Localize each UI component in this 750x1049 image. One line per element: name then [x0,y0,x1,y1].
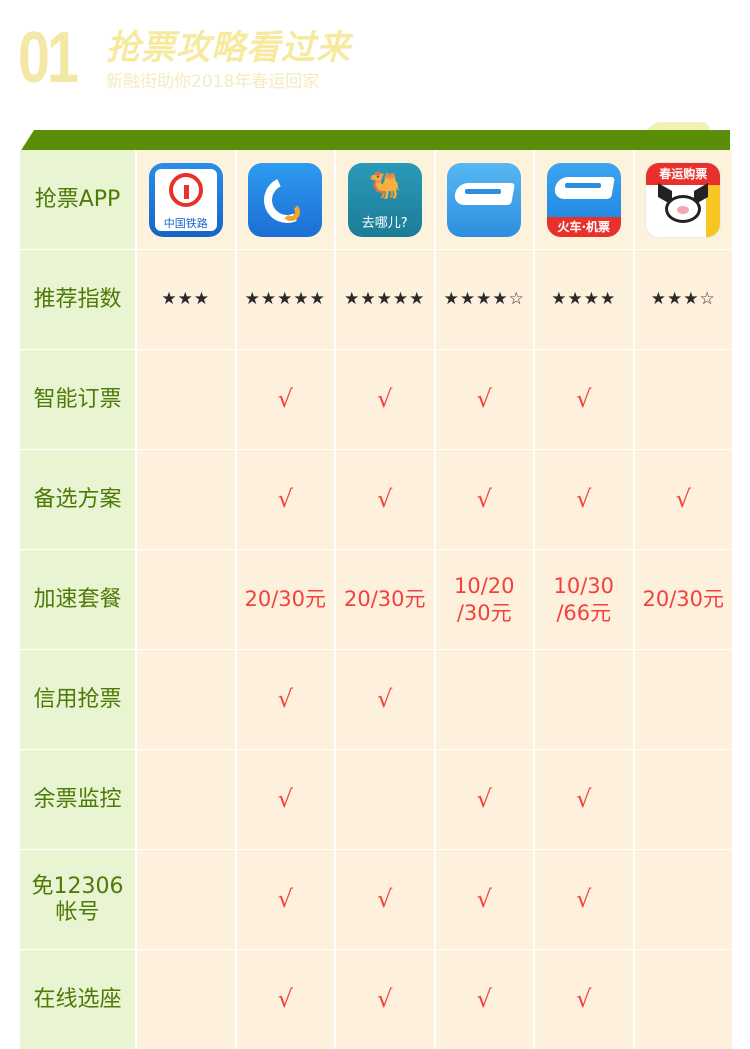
app-icon-label: 春运购票 [646,162,721,185]
feature-check: √ [535,450,633,549]
app-icon-label: 中国铁路 [163,216,208,230]
rating-stars: ★★★★☆ [435,250,533,349]
feature-check: √ [336,950,434,1049]
rating-stars: ★★★ [137,250,235,349]
feature-check [535,650,633,749]
page-subtitle: 新融街助你2018年春运回家 [106,72,320,92]
feature-check [137,450,235,549]
row-label-alternatives: 备选方案 [20,450,135,549]
rating-stars: ★★★☆ [634,250,732,349]
feature-check: √ [336,650,434,749]
app-cell: 中国铁路 [137,150,235,249]
row-label-ticket-monitor: 余票监控 [20,750,135,849]
feature-check [137,950,235,1049]
speed-package-price: 20/30元 [336,550,434,649]
feature-check: √ [435,850,533,949]
page-header: 01 抢票攻略看过来 新融街助你2018年春运回家 [0,0,750,150]
app-cell: 火车·机票 [535,150,633,249]
feature-check: √ [236,750,334,849]
feature-check: √ [435,450,533,549]
app-cell [435,150,533,249]
feature-check [634,950,732,1049]
qunar-camel-icon[interactable]: 🐫 去哪儿? [347,162,422,237]
app-cell [236,150,334,249]
feature-check: √ [634,450,732,549]
speed-package-price: 10/20 /30元 [435,550,533,649]
section-number: 01 [18,18,79,98]
feature-check [137,650,235,749]
feature-check: √ [236,450,334,549]
feature-check [634,650,732,749]
rating-stars: ★★★★★ [236,250,334,349]
speed-package-price: 10/30 /66元 [535,550,633,649]
row-label-no-12306-account: 免12306 帐号 [20,850,135,949]
row-label-app: 抢票APP [20,150,135,249]
feature-check: √ [236,350,334,449]
feature-check: √ [535,750,633,849]
feature-check: √ [236,850,334,949]
feature-check [634,850,732,949]
feature-check: √ [336,350,434,449]
feature-check [336,750,434,849]
app-icon-label: 去哪儿? [361,215,408,231]
app-cell: 🐫 去哪儿? [336,150,434,249]
feature-check: √ [535,850,633,949]
feature-check: √ [435,350,533,449]
feature-check: √ [236,950,334,1049]
feature-check: √ [236,650,334,749]
speed-package-price: 20/30元 [236,550,334,649]
row-label-online-seat: 在线选座 [20,950,135,1049]
row-label-credit-grab: 信用抢票 [20,650,135,749]
rating-stars: ★★★★ [535,250,633,349]
feature-check [435,650,533,749]
feature-check [137,750,235,849]
row-label-smart-booking: 智能订票 [20,350,135,449]
row-label-rating: 推荐指数 [20,250,135,349]
zhixing-train-icon[interactable] [447,162,522,237]
speed-package-price [137,550,235,649]
app-icon-label: 火车·机票 [546,216,621,237]
row-label-speed-packages: 加速套餐 [20,550,135,649]
feature-check [634,750,732,849]
feizhu-pig-icon[interactable]: 春运购票 [645,161,722,238]
feature-check [137,850,235,949]
feature-check [137,350,235,449]
gaotie-train-icon[interactable]: 火车·机票 [546,162,621,237]
feature-check [634,350,732,449]
app-comparison-table: 抢票APP 中国铁路 🐫 去哪儿? 火车·机票 春运购票 推荐指数 ★★★ ★★… [20,150,732,1049]
feature-check: √ [535,950,633,1049]
feature-check: √ [535,350,633,449]
feature-check: √ [435,750,533,849]
feature-check: √ [435,950,533,1049]
app-cell: 春运购票 [634,150,732,249]
speed-package-price: 20/30元 [634,550,732,649]
table-header-band [20,130,730,152]
feature-check: √ [336,450,434,549]
china-railway-icon[interactable]: 中国铁路 [148,162,223,237]
feature-check: √ [336,850,434,949]
rating-stars: ★★★★★ [336,250,434,349]
page-title: 抢票攻略看过来 [106,28,351,68]
ctrip-dolphin-icon[interactable] [248,162,323,237]
